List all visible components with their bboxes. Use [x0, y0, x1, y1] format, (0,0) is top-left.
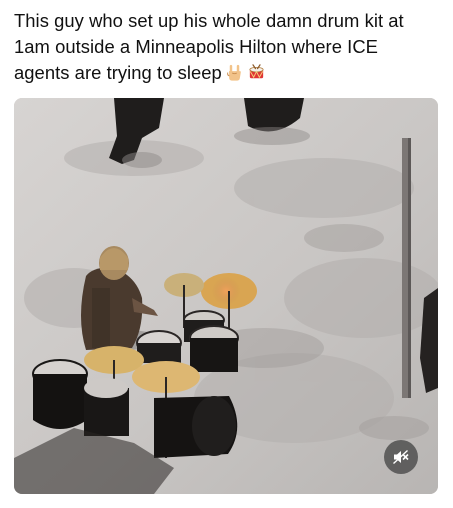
caption-line: 1am outside a Minneapolis Hilton where I…: [14, 36, 378, 57]
post-caption: This guy who set up his whole damn drum …: [14, 8, 442, 86]
caption-line: agents are trying to sleep: [14, 60, 442, 86]
drum-emoji: [249, 64, 264, 79]
caption-line-text: agents are trying to sleep: [14, 62, 222, 83]
rock-on-hand-emoji: [226, 64, 241, 81]
mute-toggle-button[interactable]: [384, 440, 418, 474]
post: This guy who set up his whole damn drum …: [0, 0, 453, 508]
caption-line: This guy who set up his whole damn drum …: [14, 10, 404, 31]
speaker-muted-icon: [393, 449, 409, 465]
video-frame: [14, 98, 438, 494]
video-player[interactable]: [14, 98, 438, 494]
